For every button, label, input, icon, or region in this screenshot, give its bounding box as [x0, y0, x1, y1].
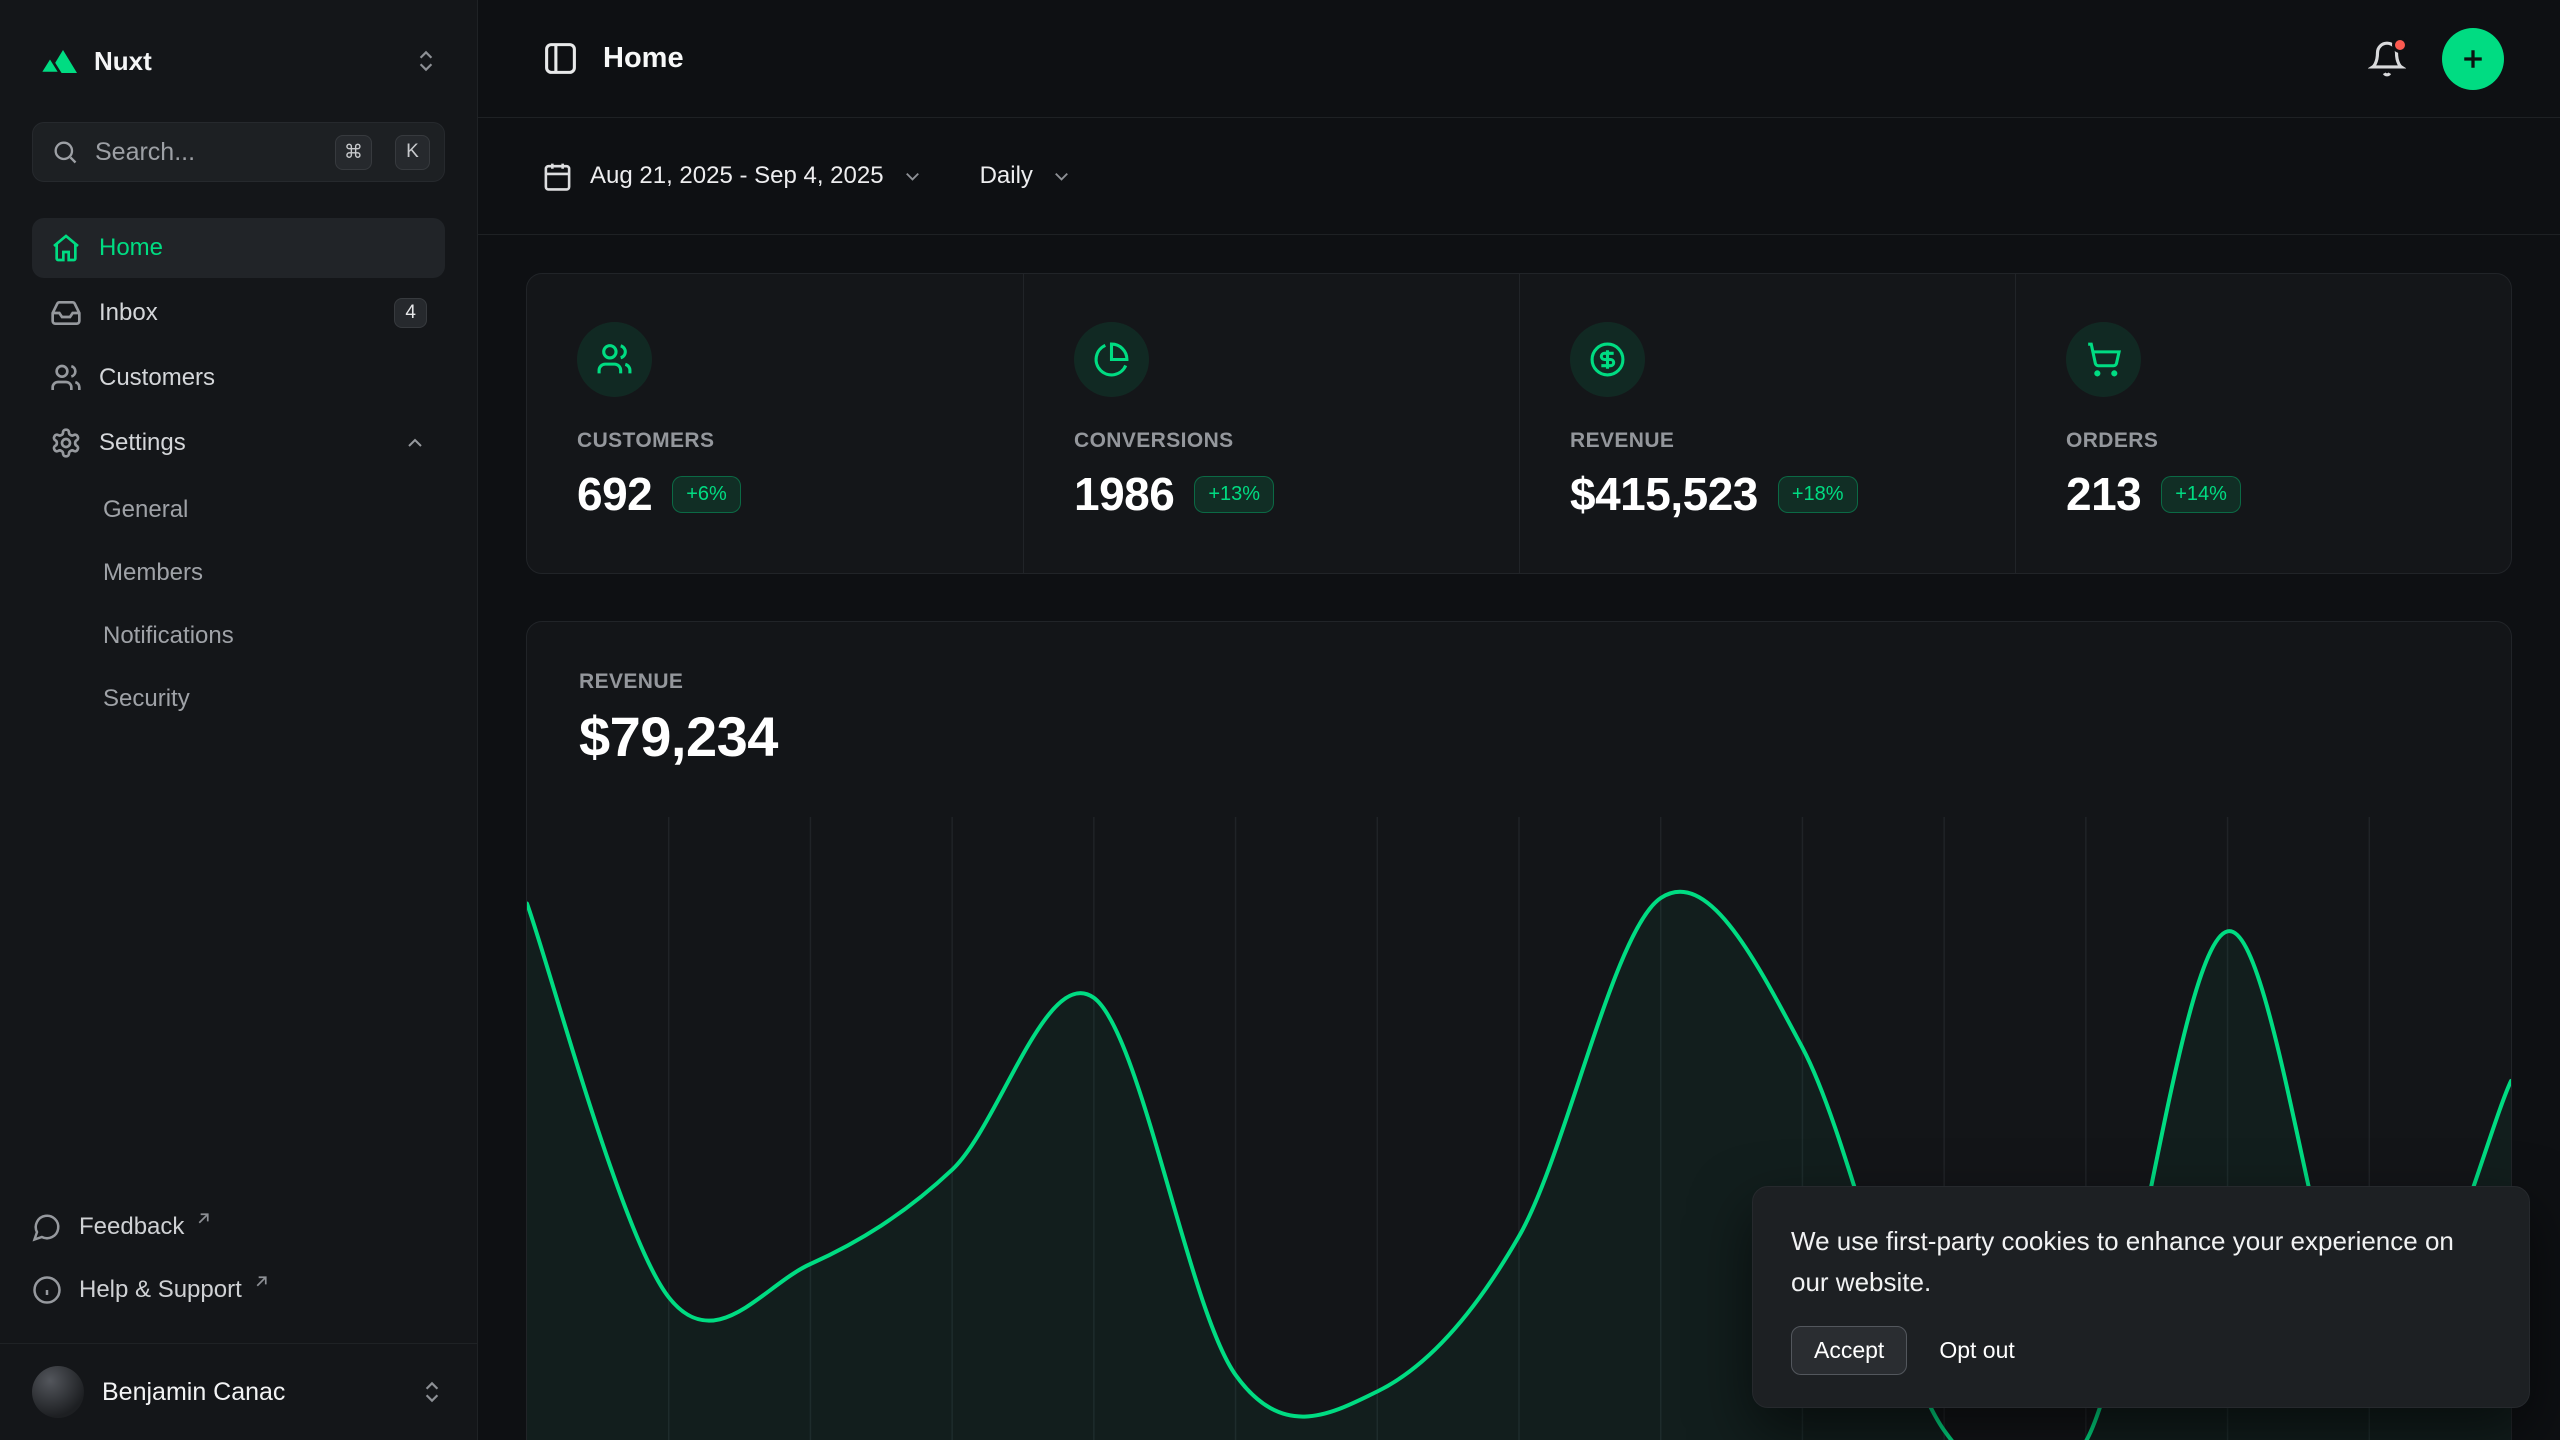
search-input[interactable]: Search... ⌘ K: [32, 122, 445, 182]
chevron-up-icon: [403, 431, 427, 455]
chevron-updown-icon: [413, 48, 439, 74]
pie-chart-icon: [1093, 341, 1130, 378]
stat-delta-badge: +13%: [1194, 476, 1274, 513]
stat-delta-badge: +6%: [672, 476, 741, 513]
revenue-card-header: REVENUE $79,234: [527, 622, 2511, 769]
plus-icon: [2458, 44, 2488, 74]
nuxt-logo: [38, 48, 78, 75]
chevron-down-icon: [1050, 165, 1073, 188]
accept-cookies-button[interactable]: Accept: [1791, 1326, 1907, 1375]
chat-bubble-icon: [32, 1212, 62, 1242]
sidebar-footer: Feedback Help & Support: [32, 1195, 445, 1343]
kbd-meta: ⌘: [335, 135, 372, 170]
stat-customers[interactable]: CUSTOMERS 692 +6%: [527, 274, 1023, 573]
user-menu[interactable]: Benjamin Canac: [0, 1343, 477, 1440]
help-support-link[interactable]: Help & Support: [32, 1258, 445, 1321]
info-circle-icon: [32, 1275, 62, 1305]
users-icon: [596, 341, 633, 378]
sidebar-subitem-general[interactable]: General: [32, 478, 445, 541]
subitem-label: Notifications: [103, 622, 234, 650]
stat-revenue[interactable]: REVENUE $415,523 +18%: [1519, 274, 2015, 573]
stat-delta-badge: +18%: [1778, 476, 1858, 513]
stat-value: 213: [2066, 467, 2141, 521]
panel-icon[interactable]: [542, 40, 579, 77]
subitem-label: General: [103, 496, 188, 524]
sidebar-item-label: Inbox: [99, 299, 158, 327]
inbox-icon: [50, 297, 82, 329]
sidebar-subitem-security[interactable]: Security: [32, 667, 445, 730]
stat-label: REVENUE: [1570, 429, 1965, 453]
sidebar-spacer: [32, 730, 445, 1195]
page-header: Home: [478, 0, 2560, 118]
users-icon: [50, 362, 82, 394]
sidebar-item-settings[interactable]: Settings: [32, 413, 445, 473]
stat-label: ORDERS: [2066, 429, 2461, 453]
date-range-picker[interactable]: Aug 21, 2025 - Sep 4, 2025: [542, 161, 924, 192]
optout-cookies-button[interactable]: Opt out: [1939, 1337, 2014, 1364]
filters-toolbar: Aug 21, 2025 - Sep 4, 2025 Daily: [478, 118, 2560, 235]
subitem-label: Security: [103, 685, 190, 713]
sidebar-item-label: Settings: [99, 429, 186, 457]
period-select[interactable]: Daily: [980, 162, 1073, 190]
stat-value: $415,523: [1570, 467, 1758, 521]
footer-link-label: Help & Support: [79, 1276, 242, 1304]
sidebar-subitem-members[interactable]: Members: [32, 541, 445, 604]
revenue-total: $79,234: [579, 704, 2459, 769]
sidebar-item-customers[interactable]: Customers: [32, 348, 445, 408]
footer-link-label: Feedback: [79, 1213, 184, 1241]
cart-icon: [2085, 341, 2122, 378]
stats-card-row: CUSTOMERS 692 +6% CONVERSIONS 1986 +13%: [526, 273, 2512, 574]
external-link-icon: [253, 1273, 270, 1290]
cookie-message: We use first-party cookies to enhance yo…: [1791, 1221, 2491, 1302]
workspace-name: Nuxt: [94, 46, 397, 77]
cookie-consent-banner: We use first-party cookies to enhance yo…: [1752, 1186, 2530, 1408]
stat-value: 1986: [1074, 467, 1174, 521]
stat-delta-badge: +14%: [2161, 476, 2241, 513]
gear-icon: [50, 427, 82, 459]
add-button[interactable]: [2442, 28, 2504, 90]
chevron-down-icon: [901, 165, 924, 188]
revenue-label: REVENUE: [579, 670, 2459, 694]
inbox-count-badge: 4: [394, 298, 427, 328]
sidebar-item-label: Customers: [99, 364, 215, 392]
feedback-link[interactable]: Feedback: [32, 1195, 445, 1258]
sidebar: Nuxt Search... ⌘ K Home Inbox 4 Customer…: [0, 0, 478, 1440]
stat-icon-circle: [2066, 322, 2141, 397]
chevron-updown-icon: [419, 1379, 445, 1405]
search-icon: [51, 138, 79, 166]
circle-dollar-icon: [1589, 341, 1626, 378]
stat-icon-circle: [577, 322, 652, 397]
stat-label: CUSTOMERS: [577, 429, 973, 453]
sidebar-item-inbox[interactable]: Inbox 4: [32, 283, 445, 343]
stat-conversions[interactable]: CONVERSIONS 1986 +13%: [1023, 274, 1519, 573]
user-name: Benjamin Canac: [102, 1378, 401, 1407]
page-title: Home: [603, 42, 684, 75]
subitem-label: Members: [103, 559, 203, 587]
stat-value: 692: [577, 467, 652, 521]
sidebar-subitem-notifications[interactable]: Notifications: [32, 604, 445, 667]
date-range-label: Aug 21, 2025 - Sep 4, 2025: [590, 162, 884, 190]
header-actions: [2368, 28, 2504, 90]
external-link-icon: [195, 1210, 212, 1227]
stat-icon-circle: [1570, 322, 1645, 397]
sidebar-item-home[interactable]: Home: [32, 218, 445, 278]
notifications-button[interactable]: [2368, 40, 2406, 78]
stat-orders[interactable]: ORDERS 213 +14%: [2015, 274, 2511, 573]
search-placeholder: Search...: [95, 138, 319, 167]
period-label: Daily: [980, 162, 1033, 190]
sidebar-nav: Home Inbox 4 Customers Settings General …: [32, 218, 445, 730]
cookie-actions: Accept Opt out: [1791, 1326, 2491, 1375]
stat-icon-circle: [1074, 322, 1149, 397]
notification-dot: [2392, 37, 2408, 53]
calendar-icon: [542, 161, 573, 192]
stat-label: CONVERSIONS: [1074, 429, 1469, 453]
kbd-k: K: [395, 135, 430, 170]
workspace-switcher[interactable]: Nuxt: [32, 30, 445, 92]
avatar: [32, 1366, 84, 1418]
home-icon: [50, 232, 82, 264]
sidebar-item-label: Home: [99, 234, 163, 262]
